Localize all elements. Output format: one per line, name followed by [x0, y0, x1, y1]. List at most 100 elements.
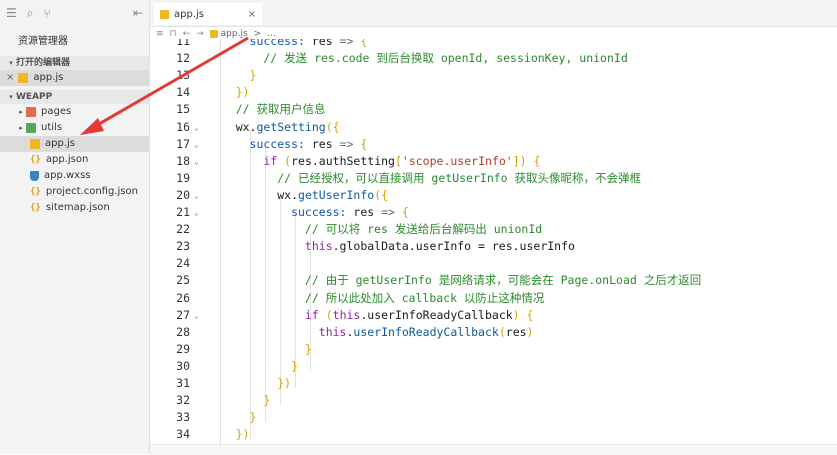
css-file-icon	[30, 171, 39, 181]
bookmark-icon[interactable]: ⊓	[170, 29, 177, 39]
line-number: 22	[176, 222, 190, 237]
code-text: wx.getUserInfo({	[208, 187, 388, 204]
status-panel	[150, 444, 837, 455]
line-number: 23	[176, 239, 190, 254]
code-line[interactable]: 21 ⌄ success: res => {	[150, 204, 837, 221]
line-number: 33	[176, 410, 190, 425]
code-line[interactable]: 34 })	[150, 426, 837, 443]
line-number: 21	[176, 205, 190, 219]
code-line[interactable]: 14 })	[150, 84, 837, 101]
js-file-icon	[160, 9, 169, 19]
line-number: 15	[176, 102, 190, 117]
code-line[interactable]: 25 // 由于 getUserInfo 是网络请求，可能会在 Page.onL…	[150, 272, 837, 289]
js-file-icon	[209, 29, 218, 38]
code-token: ) {	[512, 307, 534, 322]
code-token: =>	[381, 205, 402, 219]
code-line[interactable]: 23 this.globalData.userInfo = res.userIn…	[150, 238, 837, 255]
code-token: // 已经授权，可以直接调用 getUserInfo 获取头像昵称，不会弹框	[208, 170, 642, 185]
code-token: ]) {	[512, 153, 541, 168]
fold-chevron-icon[interactable]: ⌄	[194, 187, 199, 204]
source-control-icon[interactable]: ⑂	[44, 6, 51, 20]
line-number: 16	[176, 119, 190, 134]
js-file-icon	[18, 73, 29, 83]
open-editors-header[interactable]: ▾ 打开的编辑器	[0, 56, 149, 70]
close-icon[interactable]: ×	[6, 70, 14, 86]
code-line[interactable]: 22 // 可以将 res 发送给后台解码出 unionId	[150, 221, 837, 238]
close-icon[interactable]: ×	[248, 9, 256, 20]
project-header[interactable]: ▾ WEAPP	[0, 90, 149, 104]
collapse-icon[interactable]: ⇤	[133, 6, 143, 20]
code-token: if	[208, 153, 285, 168]
code-line[interactable]: 13 }	[150, 67, 837, 84]
code-line[interactable]: 26 // 所以此处加入 callback 以防止这种情况	[150, 290, 837, 307]
code-line[interactable]: 27 ⌄ if (this.userInfoReadyCallback) {	[150, 307, 837, 324]
breadcrumb-rest[interactable]: ...	[267, 29, 276, 39]
code-token: 'scope.userInfo'	[401, 153, 513, 168]
fold-chevron-icon[interactable]: ⌄	[194, 136, 199, 153]
file-tree-label: app.json	[45, 154, 89, 165]
code-line[interactable]: 15 // 获取用户信息	[150, 101, 837, 118]
code-line[interactable]: 18 ⌄ if (res.authSetting['scope.userInfo'…	[150, 153, 837, 170]
file-tree-item[interactable]: {} sitemap.json	[0, 200, 149, 216]
file-tree-item[interactable]: {} app.json	[0, 152, 149, 168]
chevron-down-icon: ▾	[9, 59, 13, 67]
line-number: 12	[176, 51, 190, 66]
fold-chevron-icon[interactable]: ⌄	[194, 119, 199, 136]
brace-file-icon: {}	[30, 187, 41, 197]
tab-app-js[interactable]: app.js ×	[154, 3, 262, 25]
tab-label: app.js	[174, 8, 204, 20]
code-line[interactable]: 31 })	[150, 375, 837, 392]
code-token: (	[325, 307, 333, 322]
code-line[interactable]: 33 }	[150, 409, 837, 426]
line-number: 24	[176, 256, 190, 271]
chevron-right-icon[interactable]: ▸	[16, 104, 26, 120]
code-token: =>	[339, 136, 361, 151]
code-line[interactable]: 19 // 已经授权，可以直接调用 getUserInfo 获取头像昵称，不会弹…	[150, 170, 837, 187]
fold-chevron-icon[interactable]: ⌄	[194, 307, 199, 324]
file-tree-item[interactable]: ▸ utils	[0, 120, 149, 136]
chevron-right-icon[interactable]: ▸	[16, 120, 26, 136]
open-editor-item[interactable]: × app.js	[0, 70, 149, 86]
files-icon[interactable]: ☰	[6, 6, 17, 20]
code-token: // 由于 getUserInfo 是网络请求，可能会在 Page.onLoad…	[208, 273, 702, 288]
code-line[interactable]: 30 }	[150, 358, 837, 375]
code-text: })	[208, 426, 250, 443]
search-icon[interactable]: ⌕	[27, 6, 34, 21]
code-token: {	[401, 205, 409, 219]
forward-icon[interactable]: →	[196, 29, 204, 39]
code-token: this	[332, 307, 361, 322]
line-number: 14	[176, 85, 190, 100]
code-line[interactable]: 29 }	[150, 341, 837, 358]
code-line[interactable]: 32 }	[150, 392, 837, 409]
file-tree-label: app.js	[45, 138, 75, 149]
fold-chevron-icon[interactable]: ⌄	[194, 153, 199, 170]
code-token: .globalData.userInfo = res.userInfo	[332, 239, 575, 254]
code-text: }	[208, 358, 298, 375]
code-line[interactable]: 17 ⌄ success: res => {	[150, 136, 837, 153]
file-tree-label: utils	[41, 122, 63, 133]
code-text: // 可以将 res 发送给后台解码出 unionId	[208, 221, 542, 238]
code-text: this.userInfoReadyCallback(res)	[208, 324, 534, 341]
file-tree-item[interactable]: {} project.config.json	[0, 184, 149, 200]
breadcrumb-file[interactable]: app.js	[209, 29, 248, 39]
brace-file-icon: {}	[30, 203, 41, 213]
file-tree-item[interactable]: app.js	[0, 136, 149, 152]
code-line[interactable]: 16 ⌄ wx.getSetting({	[150, 119, 837, 136]
file-tree-item[interactable]: app.wxss	[0, 168, 149, 184]
code-token: )	[526, 324, 534, 339]
list-icon[interactable]: ≡	[156, 29, 164, 39]
code-text: success: res => {	[208, 39, 368, 50]
code-line[interactable]: 20 ⌄ wx.getUserInfo({	[150, 187, 837, 204]
back-icon[interactable]: ←	[183, 29, 191, 39]
file-tree-item[interactable]: ▸ pages	[0, 104, 149, 120]
fold-chevron-icon[interactable]: ⌄	[194, 204, 199, 221]
code-line[interactable]: 12 // 发送 res.code 到后台换取 openId, sessionK…	[150, 50, 837, 67]
code-line[interactable]: 11 success: res => {	[150, 39, 837, 50]
code-token: })	[208, 376, 292, 390]
code-area[interactable]: 11 success: res => {12 // 发送 res.code 到后…	[150, 39, 837, 454]
file-tree-label: app.wxss	[44, 170, 91, 181]
code-text: }	[208, 392, 270, 409]
code-line[interactable]: 24	[150, 255, 837, 272]
code-token: [	[394, 153, 402, 168]
code-line[interactable]: 28 this.userInfoReadyCallback(res)	[150, 324, 837, 341]
